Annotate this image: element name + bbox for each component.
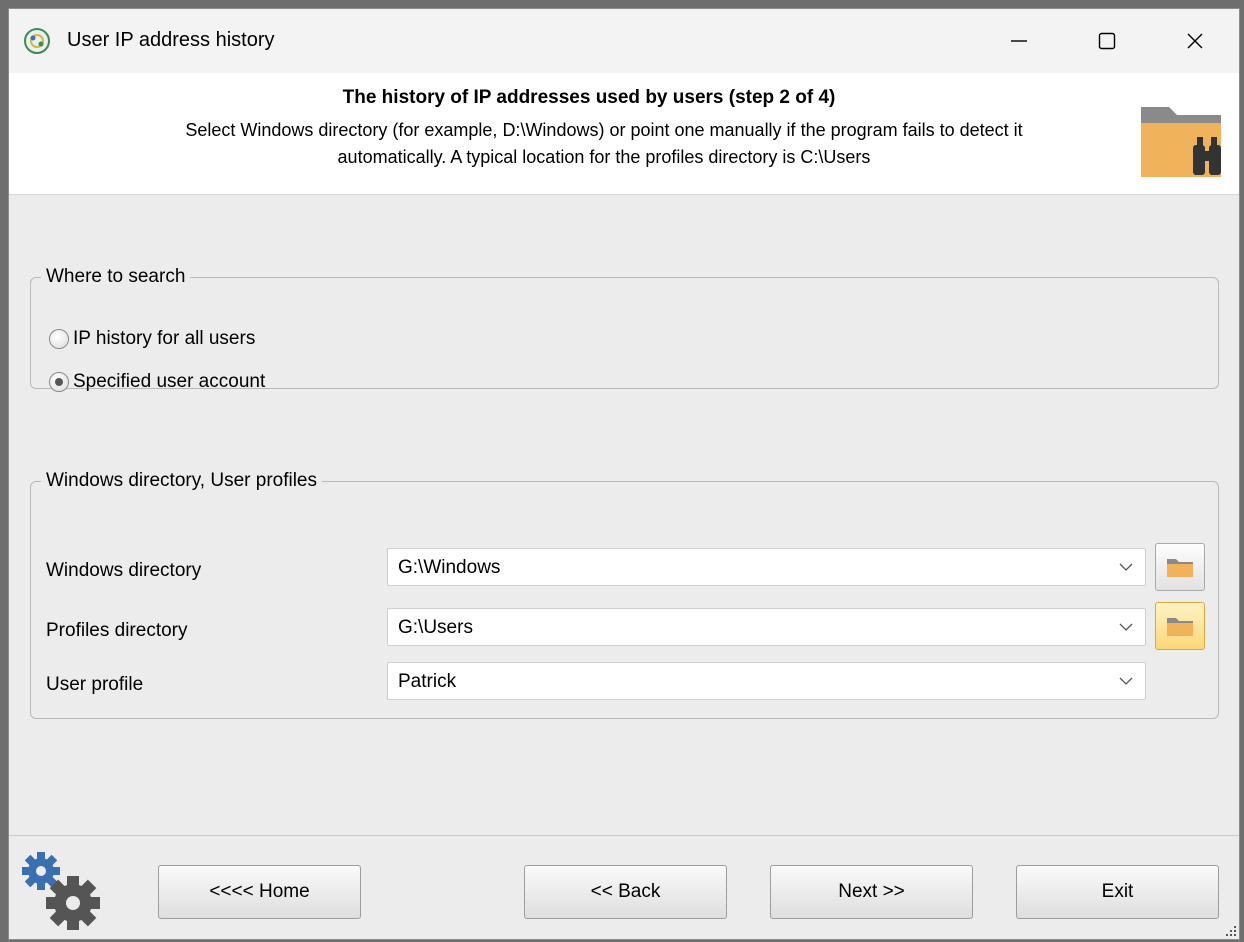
directories-group: Windows directory, User profiles Windows… [30,470,1219,719]
chevron-down-icon [1119,623,1133,631]
windows-directory-label: Windows directory [46,560,202,581]
user-profile-value: Patrick [398,671,457,692]
where-to-search-legend: Where to search [46,266,186,287]
close-icon [1187,33,1203,49]
profiles-directory-value: G:\Users [398,617,473,638]
next-button[interactable]: Next >> [770,865,973,919]
close-button[interactable] [1151,9,1239,73]
windows-directory-combo[interactable]: G:\Windows [387,548,1146,586]
resize-grip-icon[interactable] [1223,923,1237,937]
user-profile-combo[interactable]: Patrick [387,662,1146,700]
windows-directory-value: G:\Windows [398,557,501,578]
header-description: Select Windows directory (for example, D… [39,117,1169,171]
wizard-header: The history of IP addresses used by user… [9,73,1239,195]
back-button[interactable]: << Back [524,865,727,919]
radio-all-users-label: IP history for all users [73,328,256,349]
folder-icon [1167,618,1193,636]
footer-divider [9,835,1239,836]
minimize-button[interactable] [975,9,1063,73]
user-profile-label: User profile [46,674,144,695]
maximize-icon [1098,32,1116,50]
radio-all-users[interactable]: IP history for all users [49,328,255,350]
radio-specified-user-label: Specified user account [73,371,266,392]
where-to-search-group: Where to search IP history for all users… [30,266,1219,392]
home-button[interactable]: <<<< Home [158,865,361,919]
browse-windows-directory-button[interactable] [1155,543,1205,591]
radio-specified-user-indicator[interactable] [49,372,69,392]
maximize-button[interactable] [1063,9,1151,73]
profiles-directory-combo[interactable]: G:\Users [387,608,1146,646]
header-title: The history of IP addresses used by user… [342,87,836,108]
gears-icon [22,852,100,930]
title-bar[interactable]: User IP address history [9,9,1239,73]
radio-specified-user[interactable]: Specified user account [49,371,265,393]
header-description-line1: Select Windows directory (for example, D… [185,120,1023,140]
browse-profiles-directory-button[interactable] [1155,602,1205,650]
directories-legend: Windows directory, User profiles [46,470,318,491]
folder-icon [1167,559,1193,577]
folder-binoculars-icon [1141,107,1221,177]
app-icon [24,28,50,54]
exit-button[interactable]: Exit [1016,865,1219,919]
header-description-line2: automatically. A typical location for th… [337,147,871,167]
minimize-icon [1011,40,1027,42]
app-window: User IP address history The history of I… [8,8,1240,940]
chevron-down-icon [1119,677,1133,685]
radio-all-users-indicator[interactable] [49,329,69,349]
window-title: User IP address history [67,29,275,51]
profiles-directory-label: Profiles directory [46,620,188,641]
chevron-down-icon [1119,563,1133,571]
